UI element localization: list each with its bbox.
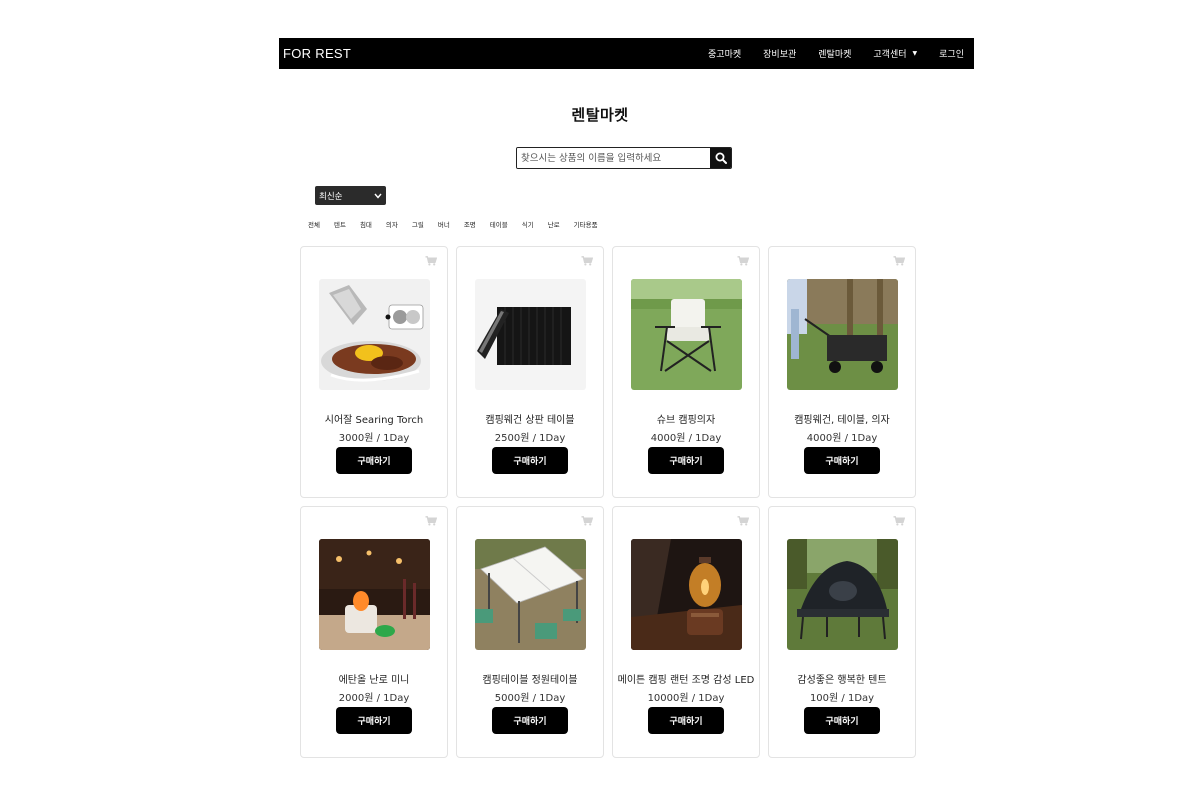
product-price: 4000원 / 1Day [806,433,878,444]
sort-selected-label: 최신순 [319,191,343,202]
product-card[interactable]: 캠핑테이블 정원테이블 5000원 / 1Day 구매하기 [456,506,604,758]
search-icon [715,152,727,164]
top-navbar: FOR REST 중고마켓 장비보관 렌탈마켓 고객센터 ▼ 로그인 [279,38,974,69]
nav-storage-label: 장비보관 [763,50,797,60]
cart-icon[interactable] [425,256,437,266]
search-button[interactable] [710,148,731,168]
product-image[interactable] [475,539,586,650]
category-grill[interactable]: 그릴 [412,219,424,229]
cart-icon[interactable] [737,256,749,266]
product-name: 감성좋은 행복한 텐트 [797,675,887,686]
product-name: 슈브 캠핑의자 [656,415,716,426]
product-card[interactable]: 슈브 캠핑의자 4000원 / 1Day 구매하기 [612,246,760,498]
category-table[interactable]: 테이블 [490,219,508,229]
nav-login-label: 로그인 [939,50,964,60]
search-input[interactable] [517,148,710,168]
cart-icon[interactable] [893,516,905,526]
product-image[interactable] [319,279,430,390]
product-card[interactable]: 캠핑웨건 상판 테이블 2500원 / 1Day 구매하기 [456,246,604,498]
buy-button[interactable]: 구매하기 [648,447,724,474]
buy-button[interactable]: 구매하기 [336,707,412,734]
buy-button[interactable]: 구매하기 [492,707,568,734]
product-name: 캠핑테이블 정원테이블 [482,675,578,686]
category-tableware[interactable]: 식기 [522,219,534,229]
cart-icon[interactable] [581,256,593,266]
product-price: 5000원 / 1Day [494,693,566,704]
cart-icon[interactable] [893,256,905,266]
buy-button[interactable]: 구매하기 [492,447,568,474]
buy-button[interactable]: 구매하기 [648,707,724,734]
product-name: 캠핑웨건, 테이블, 의자 [794,415,890,426]
cart-icon[interactable] [581,516,593,526]
product-card[interactable]: 에탄올 난로 미니 2000원 / 1Day 구매하기 [300,506,448,758]
buy-button[interactable]: 구매하기 [804,707,880,734]
buy-button[interactable]: 구매하기 [804,447,880,474]
product-card[interactable]: 메이튼 캠핑 랜턴 조명 감성 LED 10000원 / 1Day 구매하기 [612,506,760,758]
brand-logo[interactable]: FOR REST [283,46,351,61]
product-card[interactable]: 시어잘 Searing Torch 3000원 / 1Day 구매하기 [300,246,448,498]
nav-used-market-label: 중고마켓 [708,50,742,60]
product-image[interactable] [631,539,742,650]
buy-button[interactable]: 구매하기 [336,447,412,474]
product-price: 10000원 / 1Day [647,693,725,704]
cart-icon[interactable] [737,516,749,526]
product-name: 캠핑웨건 상판 테이블 [485,415,575,426]
nav-storage[interactable]: 장비보관 [763,47,796,60]
page-title: 렌탈마켓 [571,106,629,124]
search-bar [516,147,732,169]
category-lighting[interactable]: 조명 [464,219,476,229]
nav-menu: 중고마켓 장비보관 렌탈마켓 고객센터 ▼ 로그인 [686,47,964,60]
product-price: 2500원 / 1Day [494,433,566,444]
product-name: 시어잘 Searing Torch [324,415,424,426]
caret-down-icon: ▼ [912,50,918,57]
category-tent[interactable]: 텐트 [334,219,346,229]
product-image[interactable] [631,279,742,390]
nav-customer-center-dropdown[interactable]: 고객센터 ▼ [873,47,917,60]
product-grid: 시어잘 Searing Torch 3000원 / 1Day 구매하기 캠핑웨건… [300,246,916,758]
product-price: 4000원 / 1Day [650,433,722,444]
product-name: 에탄올 난로 미니 [338,675,410,686]
chevron-down-icon [374,193,382,199]
nav-login[interactable]: 로그인 [939,47,964,60]
product-price: 2000원 / 1Day [338,693,410,704]
nav-used-market[interactable]: 중고마켓 [708,47,741,60]
category-chair[interactable]: 의자 [386,219,398,229]
product-price: 100원 / 1Day [809,693,875,704]
sort-select[interactable]: 최신순 [315,186,386,205]
product-image[interactable] [787,539,898,650]
product-price: 3000원 / 1Day [338,433,410,444]
product-image[interactable] [475,279,586,390]
product-card[interactable]: 캠핑웨건, 테이블, 의자 4000원 / 1Day 구매하기 [768,246,916,498]
product-image[interactable] [319,539,430,650]
product-image[interactable] [787,279,898,390]
nav-customer-center-label: 고객센터 [873,50,907,60]
nav-rental-market[interactable]: 렌탈마켓 [818,47,851,60]
cart-icon[interactable] [425,516,437,526]
category-tabs: 전체 텐트 침대 의자 그릴 버너 조명 테이블 식기 난로 기타용품 [308,219,612,229]
nav-rental-market-label: 렌탈마켓 [818,50,852,60]
category-bed[interactable]: 침대 [360,219,372,229]
product-card[interactable]: 감성좋은 행복한 텐트 100원 / 1Day 구매하기 [768,506,916,758]
product-name: 메이튼 캠핑 랜턴 조명 감성 LED [617,675,755,686]
category-etc[interactable]: 기타용품 [574,219,598,229]
category-burner[interactable]: 버너 [438,219,450,229]
category-heater[interactable]: 난로 [548,219,560,229]
category-all[interactable]: 전체 [308,219,320,229]
